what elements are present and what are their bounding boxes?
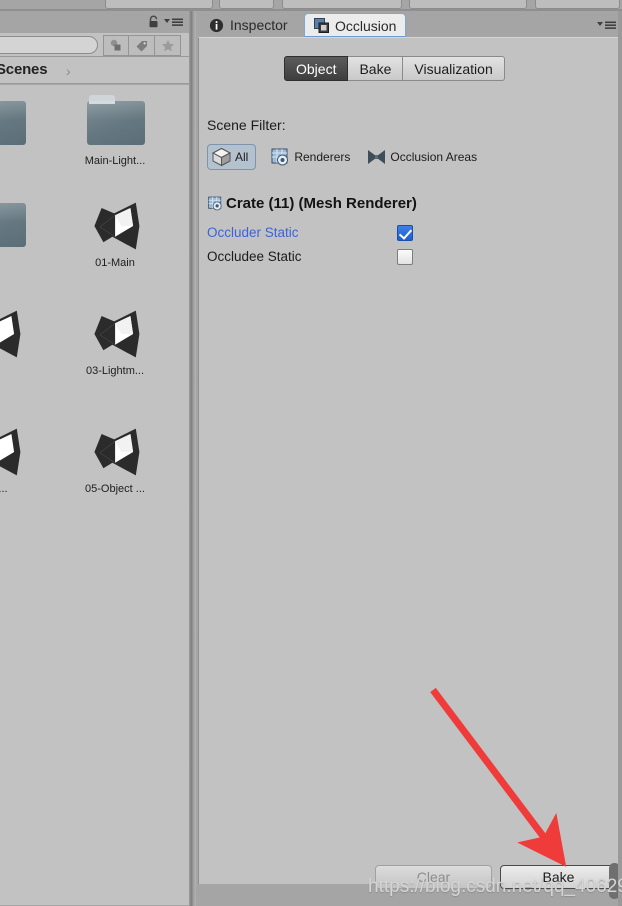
asset-label: n <box>0 155 44 167</box>
info-icon <box>209 18 224 32</box>
unity-scene-icon <box>94 202 140 250</box>
asset-item[interactable]: Main-Light... <box>67 93 163 167</box>
scene-filter-label: Scene Filter: <box>207 117 286 133</box>
unity-editor-window: Scenes › n Main-Light... 2 <box>0 0 622 906</box>
window-right-edge <box>618 11 622 906</box>
renderers-icon <box>208 196 222 211</box>
asset-thumbnail <box>0 195 28 253</box>
occlusion-area-icon <box>368 150 386 164</box>
asset-thumbnail <box>0 421 28 479</box>
scene-filter-renderers[interactable]: Renderers <box>270 147 350 167</box>
tab-inspector-label: Inspector <box>230 17 288 33</box>
property-occluder-static[interactable]: Occluder Static <box>207 222 597 243</box>
breadcrumb-label[interactable]: Scenes <box>0 61 48 78</box>
folder-icon <box>0 101 26 145</box>
top-toolbar-button[interactable] <box>105 0 213 9</box>
project-panel: Scenes › n Main-Light... 2 <box>0 11 190 906</box>
asset-grid: n Main-Light... 2 <box>0 85 190 905</box>
unity-scene-icon <box>0 428 21 476</box>
asset-label: 03-Lightm... <box>85 365 145 377</box>
breadcrumb: Scenes › <box>0 57 190 84</box>
occludee-static-checkbox[interactable] <box>397 248 413 265</box>
renderers-icon <box>271 148 289 166</box>
occluder-static-checkbox[interactable] <box>397 224 413 241</box>
occlusion-body: Object Bake Visualization Scene Filter: … <box>198 37 620 889</box>
inspector-panel: Inspector Occlusion Object Bake Visualiz… <box>196 11 622 906</box>
asset-label: D <box>0 365 44 377</box>
occlusion-icon <box>314 18 329 33</box>
scene-filter-all-label: All <box>235 150 249 164</box>
asset-item[interactable]: 05-Object ... <box>67 421 163 495</box>
unity-scene-icon <box>94 428 140 476</box>
scene-filter-all[interactable]: All <box>207 144 257 170</box>
asset-label: 2 <box>0 257 44 269</box>
asset-item[interactable]: D <box>0 303 44 377</box>
asset-thumbnail <box>83 93 147 151</box>
asset-thumbnail <box>83 195 147 253</box>
filter-by-label-button[interactable] <box>129 35 155 56</box>
asset-thumbnail <box>0 303 28 361</box>
tab-inspector[interactable]: Inspector <box>200 13 297 37</box>
asset-item[interactable]: 01-Main <box>67 195 163 269</box>
breadcrumb-separator: › <box>66 63 71 79</box>
folder-icon <box>0 203 26 247</box>
occludee-static-label: Occludee Static <box>207 249 302 264</box>
asset-thumbnail <box>83 303 147 361</box>
asset-label: Main-Light... <box>84 155 146 167</box>
project-filter-buttons <box>103 35 181 56</box>
search-input[interactable] <box>0 36 98 54</box>
panel-splitter[interactable] <box>189 11 196 906</box>
tab-occlusion-label: Occlusion <box>335 17 397 34</box>
filter-by-type-button[interactable] <box>103 35 129 56</box>
property-occludee-static[interactable]: Occludee Static <box>207 246 597 267</box>
asset-item[interactable]: 03-Lightm... <box>67 303 163 377</box>
top-toolbar-button[interactable] <box>535 0 620 9</box>
top-toolbar-button[interactable] <box>282 0 402 9</box>
asset-thumbnail <box>83 421 147 479</box>
scene-filter-options: All Renderers Occlusion Areas <box>207 144 493 170</box>
scene-filter-renderers-label: Renderers <box>294 150 351 164</box>
asset-label: 01-Main <box>95 257 135 269</box>
asset-label: 05-Object ... <box>85 483 145 495</box>
asset-item[interactable]: nC... <box>0 421 44 495</box>
selected-object-title: Crate (11) (Mesh Renderer) <box>226 195 417 212</box>
project-panel-header <box>0 11 190 33</box>
star-icon <box>161 40 174 52</box>
project-toolbar <box>0 33 190 57</box>
panel-menu-icon[interactable] <box>597 20 616 30</box>
tab-occlusion[interactable]: Occlusion <box>304 13 407 37</box>
asset-label: nC... <box>0 483 8 495</box>
tab-object[interactable]: Object <box>284 56 349 81</box>
unity-scene-icon <box>0 310 21 358</box>
scene-filter-areas-label: Occlusion Areas <box>390 150 478 164</box>
top-toolbar-button[interactable] <box>409 0 527 9</box>
asset-thumbnail <box>0 93 28 151</box>
panel-menu-icon[interactable] <box>164 17 183 27</box>
tab-visualization[interactable]: Visualization <box>403 56 505 81</box>
watermark-text: https://blog.csdn.net/qq_40629631 <box>368 876 622 897</box>
cube-icon <box>211 147 232 167</box>
lock-icon[interactable] <box>147 15 160 28</box>
tab-bake[interactable]: Bake <box>348 56 404 81</box>
folder-icon <box>87 95 145 145</box>
occluder-static-label[interactable]: Occluder Static <box>207 225 299 240</box>
unity-scene-icon <box>94 310 140 358</box>
top-toolbar-button[interactable] <box>219 0 274 9</box>
shapes-icon <box>110 39 121 51</box>
selected-object-header: Crate (11) (Mesh Renderer) <box>207 195 417 212</box>
scene-filter-occlusion-areas[interactable]: Occlusion Areas <box>366 147 477 167</box>
occlusion-mode-tabs: Object Bake Visualization <box>284 56 505 81</box>
favorites-button[interactable] <box>155 35 181 56</box>
inspector-tabbar: Inspector Occlusion <box>196 11 622 37</box>
tag-icon <box>136 41 147 52</box>
asset-item[interactable]: 2 <box>0 195 44 269</box>
asset-item[interactable]: n <box>0 93 44 167</box>
